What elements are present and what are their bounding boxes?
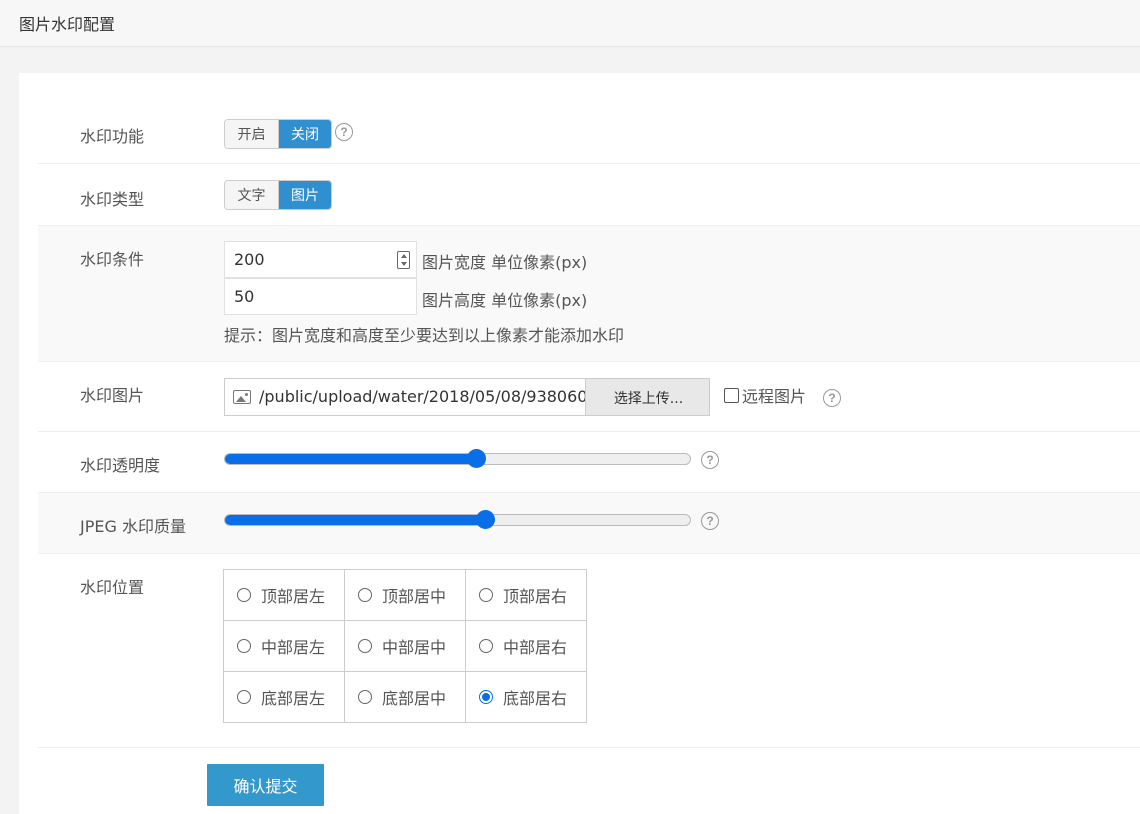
position-option-label: 顶部居右	[503, 587, 568, 606]
jpeg-quality-label: JPEG 水印质量	[80, 517, 186, 536]
width-unit: 图片宽度 单位像素(px)	[422, 253, 588, 272]
position-option-label: 底部居右	[503, 689, 568, 708]
watermark-enable-label: 水印功能	[80, 127, 145, 146]
position-option-label: 顶部居中	[382, 587, 447, 606]
position-option[interactable]: 底部居中	[345, 672, 466, 723]
row-watermark-condition: 水印条件 200 图片宽度 单位像素(px) 50 图片高度 单位像素(px) …	[38, 226, 1140, 362]
type-text-button[interactable]: 文字	[225, 181, 278, 209]
top-bar: 图片水印配置	[0, 0, 1140, 47]
width-input[interactable]: 200	[224, 241, 417, 278]
settings-panel: 水印功能 开启 关闭 ? 水印类型 文字 图片 水印条件 200 图片宽度 单位…	[19, 73, 1140, 814]
watermark-position-label: 水印位置	[80, 578, 145, 597]
submit-button[interactable]: 确认提交	[207, 764, 324, 806]
question-icon[interactable]: ?	[823, 389, 841, 407]
watermark-type-label: 水印类型	[80, 190, 145, 209]
position-option-label: 底部居中	[382, 689, 447, 708]
watermark-type-toggle: 文字 图片	[224, 180, 332, 210]
width-value: 200	[234, 250, 265, 269]
remote-image-option[interactable]: 远程图片	[724, 383, 806, 407]
opacity-slider[interactable]	[224, 449, 691, 468]
question-icon[interactable]: ?	[701, 512, 719, 530]
position-option-label: 中部居右	[503, 638, 568, 657]
jpeg-quality-slider-fill	[225, 515, 486, 525]
position-radio[interactable]	[358, 588, 372, 602]
position-radio[interactable]	[237, 639, 251, 653]
position-option[interactable]: 顶部居右	[466, 570, 587, 621]
position-radio[interactable]	[479, 690, 493, 704]
row-watermark-enable: 水印功能 开启 关闭 ?	[38, 103, 1140, 164]
position-radio[interactable]	[479, 639, 493, 653]
watermark-image-label: 水印图片	[80, 386, 145, 405]
jpeg-quality-slider-thumb[interactable]	[476, 510, 496, 529]
question-icon[interactable]: ?	[335, 123, 353, 141]
row-jpeg-quality: JPEG 水印质量 ?	[38, 493, 1140, 554]
enable-on-button[interactable]: 开启	[225, 120, 278, 148]
position-option[interactable]: 中部居右	[466, 621, 587, 672]
image-file-box[interactable]: /public/upload/water/2018/05/08/938060 选…	[224, 378, 710, 416]
row-watermark-type: 水印类型 文字 图片	[38, 164, 1140, 226]
row-watermark-image: 水印图片 /public/upload/water/2018/05/08/938…	[38, 362, 1140, 432]
spinner-icon[interactable]	[397, 251, 410, 269]
height-input[interactable]: 50	[224, 278, 417, 315]
position-option-label: 中部居中	[382, 638, 447, 657]
row-watermark-position: 水印位置 顶部居左 顶部居中 顶部居右 中部居左 中部居中 中部居右 底部居左 …	[38, 554, 1140, 748]
position-option[interactable]: 顶部居中	[345, 570, 466, 621]
remote-image-label: 远程图片	[742, 387, 807, 406]
image-icon	[233, 390, 251, 404]
page-title: 图片水印配置	[19, 15, 116, 34]
enable-off-button[interactable]: 关闭	[278, 120, 331, 148]
opacity-slider-fill	[225, 454, 477, 464]
position-grid: 顶部居左 顶部居中 顶部居右 中部居左 中部居中 中部居右 底部居左 底部居中 …	[223, 569, 587, 723]
height-value: 50	[234, 287, 255, 306]
jpeg-quality-slider[interactable]	[224, 510, 691, 529]
position-radio[interactable]	[237, 588, 251, 602]
watermark-condition-label: 水印条件	[80, 250, 145, 269]
watermark-enable-toggle: 开启 关闭	[224, 119, 332, 149]
position-option[interactable]: 顶部居左	[224, 570, 345, 621]
type-image-button[interactable]: 图片	[278, 181, 331, 209]
position-radio[interactable]	[237, 690, 251, 704]
position-radio[interactable]	[358, 690, 372, 704]
position-radio[interactable]	[358, 639, 372, 653]
position-option-label: 中部居左	[261, 638, 326, 657]
image-path: /public/upload/water/2018/05/08/938060	[259, 387, 586, 406]
condition-hint: 提示：图片宽度和高度至少要达到以上像素才能添加水印	[224, 326, 625, 345]
row-watermark-opacity: 水印透明度 ?	[38, 432, 1140, 493]
height-unit: 图片高度 单位像素(px)	[422, 291, 588, 310]
position-option-label: 顶部居左	[261, 587, 326, 606]
opacity-slider-thumb[interactable]	[467, 449, 487, 468]
watermark-opacity-label: 水印透明度	[80, 456, 161, 475]
position-option[interactable]: 底部居左	[224, 672, 345, 723]
position-option[interactable]: 中部居中	[345, 621, 466, 672]
position-radio[interactable]	[479, 588, 493, 602]
question-icon[interactable]: ?	[701, 451, 719, 469]
position-option[interactable]: 中部居左	[224, 621, 345, 672]
remote-image-checkbox[interactable]	[724, 387, 739, 403]
upload-button[interactable]: 选择上传...	[585, 379, 709, 415]
position-option[interactable]: 底部居右	[466, 672, 587, 723]
position-option-label: 底部居左	[261, 689, 326, 708]
